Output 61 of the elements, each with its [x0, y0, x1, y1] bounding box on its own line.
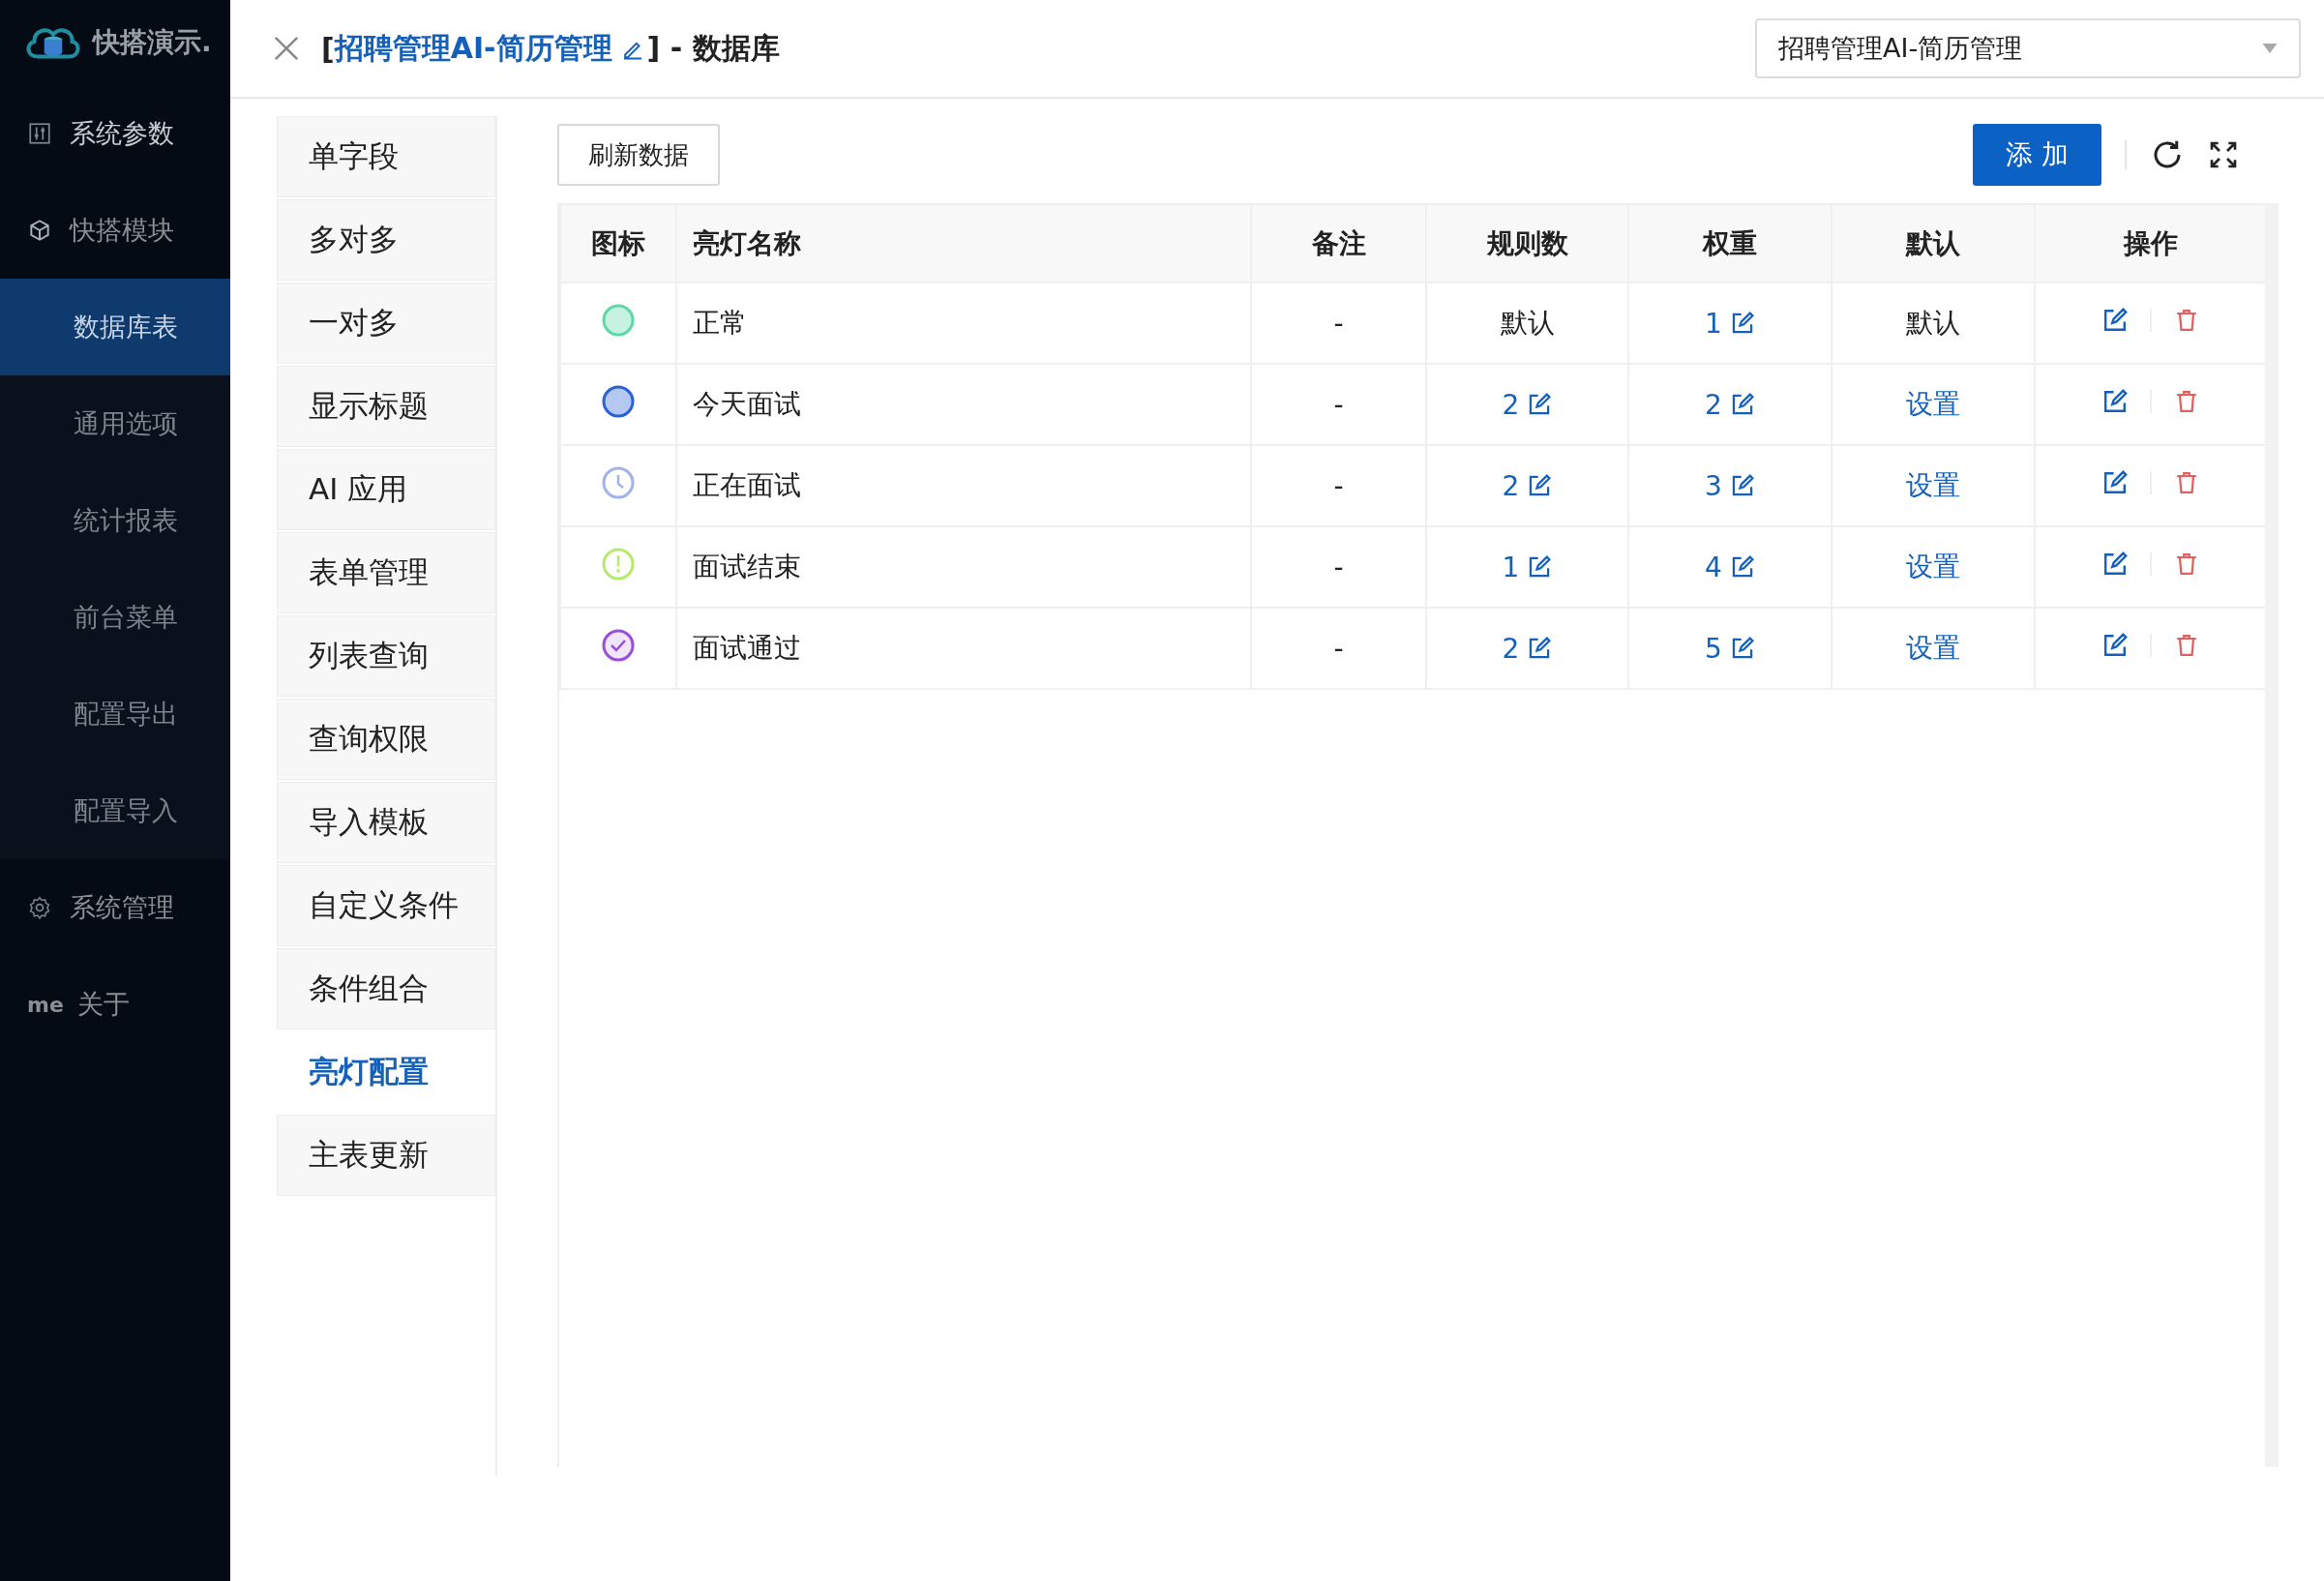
- sidebar-subitem[interactable]: 通用选项: [0, 375, 230, 472]
- sidebar-subitem[interactable]: 数据库表: [0, 279, 230, 375]
- rule-count[interactable]: 2: [1502, 469, 1553, 502]
- weight-value[interactable]: 2: [1705, 388, 1755, 421]
- weight-value[interactable]: 5: [1705, 632, 1755, 665]
- sidebar-item[interactable]: 系统参数: [0, 85, 230, 182]
- column-header: 备注: [1251, 204, 1426, 283]
- side-tab[interactable]: 导入模板: [277, 782, 495, 863]
- table-cell: 面试结束: [676, 526, 1251, 608]
- project-select[interactable]: 招聘管理AI-简历管理: [1755, 18, 2301, 78]
- set-default-link[interactable]: 设置: [1906, 549, 1960, 585]
- side-tab[interactable]: 条件组合: [277, 948, 495, 1029]
- table-cell: -: [1251, 364, 1426, 445]
- table-cell: -: [1251, 526, 1426, 608]
- sidebar-item[interactable]: 系统管理: [0, 859, 230, 956]
- sidebar-subitem[interactable]: 前台菜单: [0, 569, 230, 666]
- side-tab[interactable]: 一对多: [277, 283, 495, 364]
- side-tab[interactable]: 列表查询: [277, 615, 495, 697]
- side-tab[interactable]: 多对多: [277, 199, 495, 281]
- project-link[interactable]: 招聘管理AI-简历管理: [334, 28, 612, 69]
- side-tab[interactable]: 单字段: [277, 116, 495, 197]
- sidebar-item[interactable]: me 关于: [0, 956, 230, 1053]
- side-tab[interactable]: 显示标题: [277, 366, 495, 447]
- sidebar-subitem[interactable]: 统计报表: [0, 472, 230, 569]
- table-cell: 面试通过: [676, 608, 1251, 689]
- table-cell: -: [1251, 283, 1426, 364]
- table-cell: 正在面试: [676, 445, 1251, 526]
- column-header: 默认: [1832, 204, 2035, 283]
- weight-value[interactable]: 4: [1705, 551, 1755, 583]
- refresh-data-button[interactable]: 刷新数据: [557, 124, 720, 186]
- column-header: 权重: [1628, 204, 1832, 283]
- sidebar-subitem[interactable]: 配置导出: [0, 666, 230, 762]
- column-header: 规则数: [1426, 204, 1628, 283]
- sidebar-item[interactable]: 快搭模块: [0, 182, 230, 279]
- side-tab[interactable]: 自定义条件: [277, 865, 495, 946]
- side-tab[interactable]: AI 应用: [277, 449, 495, 530]
- page-title: ] - 数据库: [646, 29, 780, 67]
- side-tab[interactable]: 查询权限: [277, 699, 495, 780]
- table-cell: -: [1251, 608, 1426, 689]
- sidebar-subitem[interactable]: 配置导入: [0, 762, 230, 859]
- rule-count: 默认: [1500, 306, 1555, 341]
- rule-count[interactable]: 2: [1502, 388, 1553, 421]
- table-cell: 正常: [676, 283, 1251, 364]
- table-cell: 今天面试: [676, 364, 1251, 445]
- side-tab[interactable]: 主表更新: [277, 1115, 495, 1196]
- column-header: 亮灯名称: [676, 204, 1251, 283]
- rule-count[interactable]: 1: [1502, 551, 1553, 583]
- weight-value[interactable]: 1: [1705, 307, 1755, 340]
- set-default-link[interactable]: 设置: [1906, 630, 1960, 667]
- set-default-link[interactable]: 设置: [1906, 467, 1960, 504]
- weight-value[interactable]: 3: [1705, 469, 1755, 502]
- app-title: 快搭演示.: [93, 25, 212, 60]
- add-button[interactable]: 添 加: [1973, 124, 2101, 186]
- set-default-link[interactable]: 设置: [1906, 386, 1960, 423]
- column-header: 操作: [2035, 204, 2266, 283]
- default-label: 默认: [1906, 306, 1960, 341]
- side-tab[interactable]: 表单管理: [277, 532, 495, 613]
- rule-count[interactable]: 2: [1502, 632, 1553, 665]
- bracket-text: [: [321, 31, 335, 66]
- column-header: 图标: [560, 204, 676, 283]
- table-cell: -: [1251, 445, 1426, 526]
